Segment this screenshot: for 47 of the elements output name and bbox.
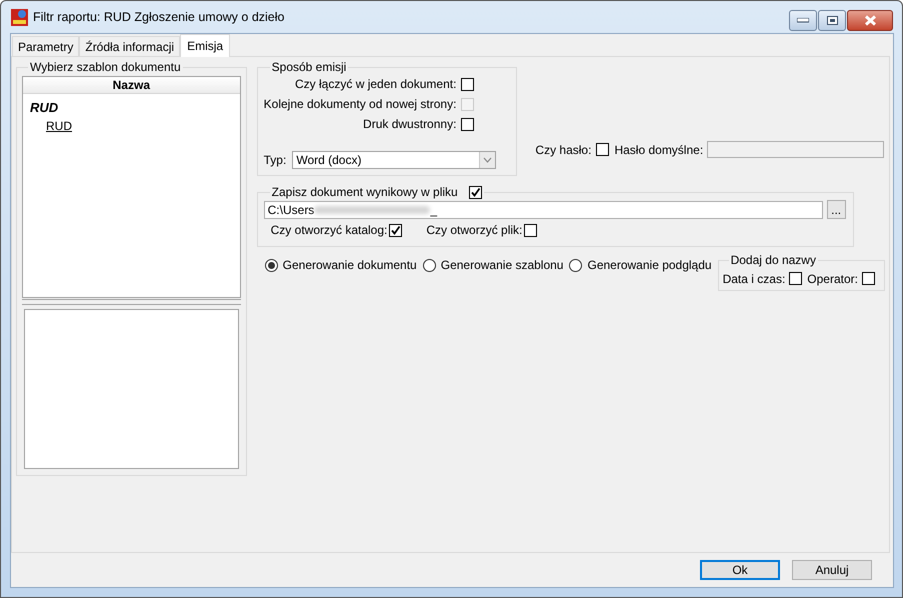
field-label: Typ:: [264, 153, 286, 167]
tab[interactable]: Parametry: [12, 36, 80, 56]
option-label: Kolejne dokumenty od nowej strony:: [264, 97, 456, 111]
checkbox[interactable]: [524, 224, 538, 236]
close-icon: [864, 15, 876, 26]
group-title: Dodaj do nazwy: [730, 253, 817, 267]
path-field[interactable]: C:\Users _: [264, 200, 823, 218]
checkbox[interactable]: [461, 78, 474, 90]
cancel-button[interactable]: Anuluj: [792, 560, 872, 580]
window-title: Filtr raportu: RUD Zgłoszenie umowy o dzieło: [33, 10, 284, 24]
chevron-down-icon: [483, 157, 492, 163]
password-field[interactable]: [707, 141, 884, 158]
option-label: Czy łączyć w jeden dokument:: [295, 77, 456, 91]
option-label: Czy otworzyć katalog:: [270, 223, 388, 237]
maximize-button[interactable]: [818, 10, 846, 31]
group-title: Zapisz dokument wynikowy w pliku: [272, 185, 458, 199]
maximize-icon: [826, 16, 838, 25]
tree-item[interactable]: RUD: [23, 115, 240, 133]
checkbox[interactable]: [862, 272, 875, 285]
tab[interactable]: Emisja: [180, 34, 230, 57]
checkbox[interactable]: [461, 118, 474, 130]
tree-item[interactable]: RUD: [23, 94, 240, 115]
radio-option[interactable]: Generowanie dokumentu: [264, 258, 417, 272]
tab[interactable]: Źródła informacji: [79, 36, 180, 56]
ok-button[interactable]: Ok: [700, 560, 780, 580]
checkbox[interactable]: [468, 186, 482, 198]
field-label: Hasło domyślne:: [614, 142, 704, 156]
browse-button[interactable]: ...: [826, 200, 846, 219]
radio-option[interactable]: Generowanie szablonu: [422, 258, 564, 272]
template-list[interactable]: Nazwa RUD RUD: [22, 76, 241, 298]
minimize-button[interactable]: [789, 10, 817, 31]
minimize-icon: [797, 18, 809, 23]
column-header[interactable]: Nazwa: [23, 77, 240, 94]
option-label: Czy otworzyć plik:: [426, 223, 522, 237]
group-title: Sposób emisji: [270, 60, 348, 74]
field-label: Czy hasło:: [535, 142, 592, 156]
group-title: Wybierz szablon dokumentu: [29, 60, 182, 74]
close-button[interactable]: [847, 10, 893, 31]
option-label: Data i czas:: [722, 272, 786, 286]
type-dropdown[interactable]: Word (docx): [292, 151, 496, 169]
option-label: Druk dwustronny:: [363, 117, 456, 131]
checkbox[interactable]: [789, 272, 802, 285]
checkbox[interactable]: [389, 224, 402, 236]
radio-option[interactable]: Generowanie podglądu: [569, 258, 712, 272]
option-label: Operator:: [807, 272, 858, 286]
app-icon: [11, 8, 28, 26]
checkbox[interactable]: [596, 143, 610, 156]
